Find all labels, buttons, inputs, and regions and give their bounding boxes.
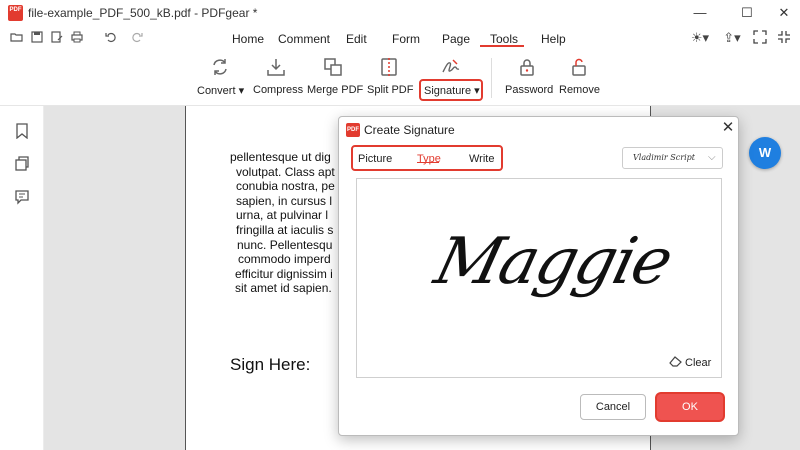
text-line: commodo imperd (238, 252, 331, 267)
text-line: conubia nostra, pe (236, 179, 335, 194)
remove-button[interactable]: Remove (559, 56, 600, 96)
document-paragraph: pellentesque ut dig volutpat. Class apt … (230, 150, 350, 296)
lock-icon (520, 59, 534, 76)
redo-icon[interactable] (129, 30, 145, 46)
text-line: sit amet id sapien. (235, 281, 332, 296)
menu-bar: Home Comment Edit Form Page Tools Help ☀… (0, 26, 800, 50)
merge-pdf-label: Merge PDF (307, 84, 364, 96)
create-signature-dialog: PDF Create Signature ✕ Picture Type Writ… (338, 116, 739, 436)
text-line: volutpat. Class apt (236, 164, 335, 179)
window-mode-icon[interactable] (776, 30, 792, 46)
compress-label: Compress (253, 84, 304, 96)
edit-icon[interactable] (49, 30, 65, 46)
menu-page[interactable]: Page (442, 32, 470, 46)
menu-form[interactable]: Form (392, 32, 420, 46)
tools-ribbon: Convert ▾ Compress Merge PDF Split PDF S… (0, 50, 800, 106)
app-logo-icon: PDF (8, 5, 23, 21)
clear-label: Clear (685, 356, 712, 369)
merge-pdf-button[interactable]: Merge PDF (307, 56, 364, 96)
tab-picture[interactable]: Picture (358, 153, 392, 165)
menu-home[interactable]: Home (232, 32, 264, 46)
compress-icon (267, 59, 285, 76)
chevron-down-icon: ⌵ (708, 152, 716, 163)
ribbon-separator (491, 58, 492, 98)
merge-icon (324, 58, 342, 76)
undo-icon[interactable] (103, 30, 119, 46)
clear-button[interactable]: Clear (669, 355, 711, 370)
tab-type[interactable]: Type (417, 153, 441, 165)
sign-here-label: Sign Here: (230, 355, 311, 374)
convert-button[interactable]: Convert ▾ (197, 56, 245, 97)
convert-icon (213, 59, 227, 75)
maximize-button[interactable]: ☐ (737, 3, 757, 23)
fullscreen-icon[interactable] (752, 30, 768, 46)
text-line: efficitur dignissim i (235, 266, 333, 281)
comments-icon[interactable] (13, 189, 31, 207)
text-line: urna, at pulvinar l (236, 208, 329, 223)
close-window-button[interactable]: ✕ (774, 3, 794, 23)
font-dropdown[interactable]: Vladimir Script ⌵ (622, 147, 723, 169)
menu-edit[interactable]: Edit (346, 32, 367, 46)
dialog-close-button[interactable]: ✕ (720, 120, 736, 136)
font-dropdown-value: Vladimir Script (633, 153, 695, 162)
text-line: nunc. Pellentesqu (237, 237, 333, 252)
open-folder-icon[interactable] (9, 30, 25, 46)
tab-write[interactable]: Write (469, 153, 494, 165)
split-pdf-label: Split PDF (367, 84, 414, 96)
signature-canvas[interactable]: Maggie Clear (356, 178, 722, 378)
share-icon[interactable]: ⇪▾ (721, 30, 743, 46)
signature-highlight (419, 79, 483, 101)
remove-label: Remove (559, 84, 600, 96)
left-sidebar (0, 106, 44, 450)
compress-button[interactable]: Compress (253, 56, 304, 96)
dialog-title: Create Signature (364, 123, 455, 137)
dialog-logo-icon: PDF (346, 123, 360, 137)
ok-button[interactable]: OK (657, 394, 723, 420)
menu-comment[interactable]: Comment (278, 32, 330, 46)
menu-tools[interactable]: Tools (490, 32, 518, 46)
convert-label: Convert ▾ (197, 85, 245, 97)
text-line: sapien, in cursus l (236, 193, 333, 208)
signature-icon (442, 59, 460, 73)
text-line: fringilla at iaculis s (236, 222, 334, 237)
cancel-button[interactable]: Cancel (580, 394, 646, 420)
unlock-icon (572, 58, 586, 76)
text-line: pellentesque ut dig (230, 150, 331, 164)
signature-preview: Maggie (427, 225, 679, 299)
save-icon[interactable] (29, 30, 45, 46)
active-menu-indicator (480, 45, 524, 47)
signature-tabs: Picture Type Write (351, 145, 503, 171)
convert-to-word-icon[interactable]: W (749, 137, 781, 169)
bookmark-icon[interactable] (13, 123, 31, 141)
title-bar: PDF file-example_PDF_500_kB.pdf - PDFgea… (0, 0, 800, 26)
split-icon (381, 58, 397, 76)
eraser-icon (669, 355, 682, 370)
split-pdf-button[interactable]: Split PDF (367, 56, 414, 96)
password-label: Password (505, 84, 554, 96)
theme-icon[interactable]: ☀▾ (688, 30, 712, 46)
window-title: file-example_PDF_500_kB.pdf - PDFgear * (28, 6, 258, 20)
minimize-button[interactable]: — (690, 3, 710, 23)
selected-tab-indicator (417, 162, 439, 163)
print-icon[interactable] (69, 30, 85, 46)
password-button[interactable]: Password (505, 56, 554, 96)
pages-icon[interactable] (13, 156, 31, 174)
menu-help[interactable]: Help (541, 32, 566, 46)
